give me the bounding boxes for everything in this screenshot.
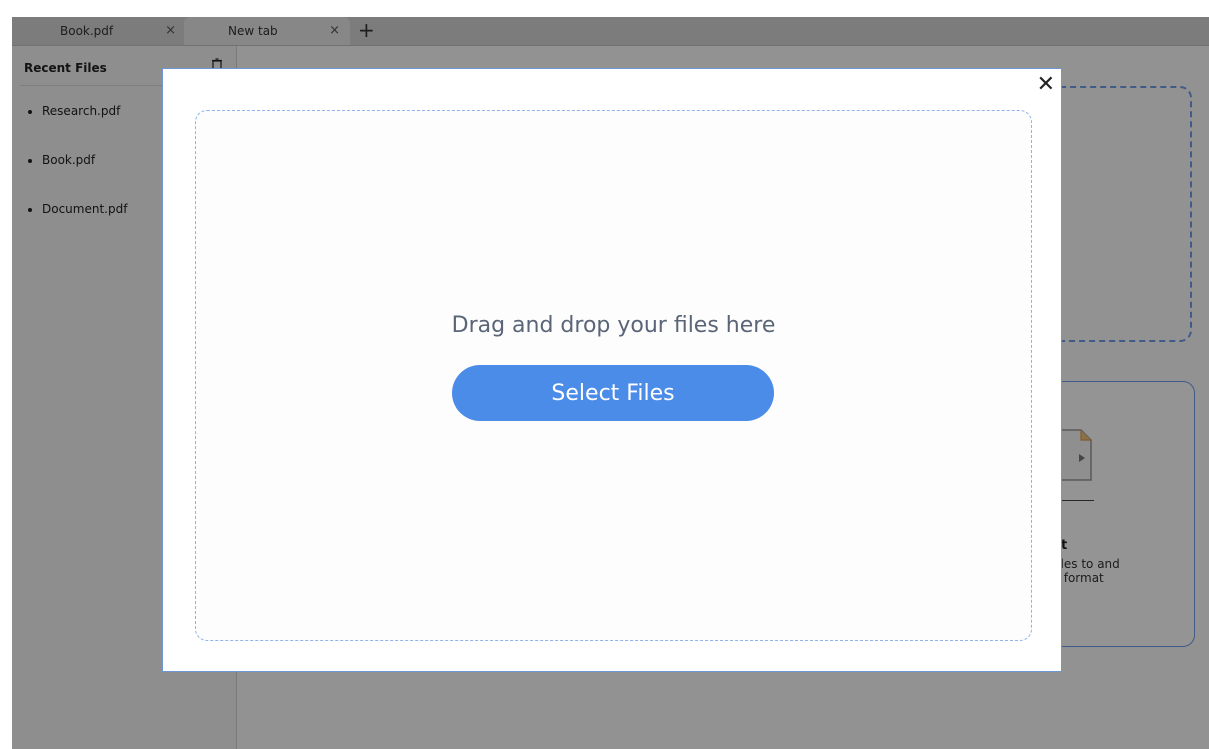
close-icon[interactable]: ✕ bbox=[1037, 71, 1055, 99]
upload-dialog: ✕ Drag and drop your files here Select F… bbox=[162, 68, 1062, 672]
drop-instructions: Drag and drop your files here bbox=[451, 313, 776, 338]
select-files-button[interactable]: Select Files bbox=[452, 365, 774, 421]
file-drop-zone[interactable]: Drag and drop your files here Select Fil… bbox=[195, 110, 1032, 641]
